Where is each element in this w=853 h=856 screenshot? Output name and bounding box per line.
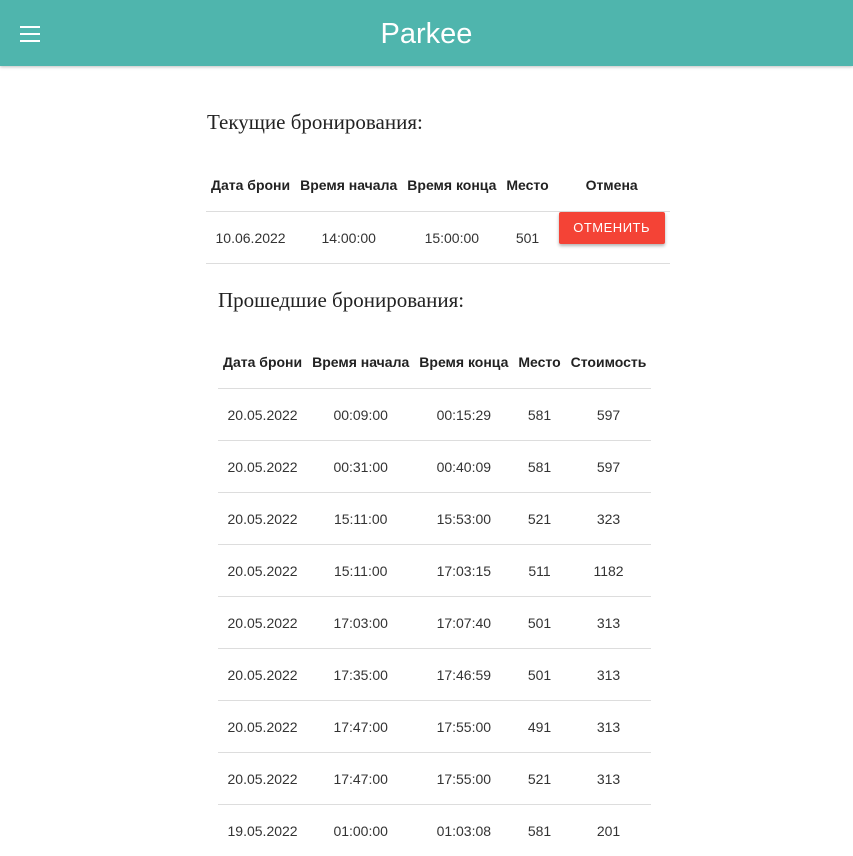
booking-start-time: 15:11:00 [307, 493, 414, 545]
booking-start-time: 17:47:00 [307, 701, 414, 753]
booking-cost: 313 [566, 649, 652, 701]
booking-end-time: 17:07:40 [414, 597, 513, 649]
booking-end-time: 00:40:09 [414, 441, 513, 493]
booking-cost: 313 [566, 701, 652, 753]
past-bookings-title: Прошедшие бронирования: [218, 288, 464, 313]
booking-date: 20.05.2022 [218, 753, 307, 805]
booking-end-time: 15:53:00 [414, 493, 513, 545]
booking-date: 20.05.2022 [218, 441, 307, 493]
column-header-date: Дата брони [206, 159, 295, 212]
booking-cost: 313 [566, 753, 652, 805]
booking-end-time: 17:55:00 [414, 701, 513, 753]
booking-start-time: 17:47:00 [307, 753, 414, 805]
booking-cancel-cell: ОТМЕНИТЬ [554, 212, 670, 264]
table-row: 20.05.2022 17:47:00 17:55:00 521 313 [218, 753, 651, 805]
booking-end-time: 17:03:15 [414, 545, 513, 597]
booking-end-time: 15:00:00 [402, 212, 501, 264]
booking-place: 511 [513, 545, 565, 597]
table-row: 20.05.2022 15:11:00 15:53:00 521 323 [218, 493, 651, 545]
cancel-booking-button[interactable]: ОТМЕНИТЬ [559, 212, 665, 244]
booking-place: 581 [513, 441, 565, 493]
booking-end-time: 01:03:08 [414, 805, 513, 856]
current-bookings-table: Дата брони Время начала Время конца Мест… [206, 159, 670, 264]
booking-cost: 313 [566, 597, 652, 649]
table-row: 20.05.2022 00:31:00 00:40:09 581 597 [218, 441, 651, 493]
booking-cost: 597 [566, 441, 652, 493]
booking-end-time: 00:15:29 [414, 389, 513, 441]
table-header-row: Дата брони Время начала Время конца Мест… [218, 336, 651, 389]
column-header-start: Время начала [307, 336, 414, 389]
booking-date: 19.05.2022 [218, 805, 307, 856]
booking-start-time: 17:35:00 [307, 649, 414, 701]
booking-date: 20.05.2022 [218, 701, 307, 753]
booking-start-time: 17:03:00 [307, 597, 414, 649]
booking-date: 20.05.2022 [218, 493, 307, 545]
column-header-cost: Стоимость [566, 336, 652, 389]
booking-date: 20.05.2022 [218, 649, 307, 701]
table-row: 19.05.2022 01:00:00 01:03:08 581 201 [218, 805, 651, 856]
booking-start-time: 00:31:00 [307, 441, 414, 493]
table-row: 20.05.2022 00:09:00 00:15:29 581 597 [218, 389, 651, 441]
app-bar: Parkee [0, 0, 853, 66]
booking-place: 501 [513, 597, 565, 649]
booking-date: 20.05.2022 [218, 389, 307, 441]
table-row: 20.05.2022 17:03:00 17:07:40 501 313 [218, 597, 651, 649]
column-header-place: Место [501, 159, 553, 212]
booking-cost: 1182 [566, 545, 652, 597]
table-row: 10.06.2022 14:00:00 15:00:00 501 ОТМЕНИТ… [206, 212, 670, 264]
booking-date: 20.05.2022 [218, 545, 307, 597]
booking-cost: 201 [566, 805, 652, 856]
booking-place: 521 [513, 753, 565, 805]
booking-start-time: 00:09:00 [307, 389, 414, 441]
column-header-cancel: Отмена [554, 159, 670, 212]
booking-cost: 323 [566, 493, 652, 545]
booking-place: 501 [513, 649, 565, 701]
column-header-end: Время конца [402, 159, 501, 212]
column-header-start: Время начала [295, 159, 402, 212]
column-header-place: Место [513, 336, 565, 389]
booking-start-time: 15:11:00 [307, 545, 414, 597]
current-bookings-title: Текущие бронирования: [207, 110, 423, 135]
table-row: 20.05.2022 15:11:00 17:03:15 511 1182 [218, 545, 651, 597]
booking-place: 521 [513, 493, 565, 545]
booking-date: 10.06.2022 [206, 212, 295, 264]
column-header-end: Время конца [414, 336, 513, 389]
booking-end-time: 17:55:00 [414, 753, 513, 805]
booking-place: 491 [513, 701, 565, 753]
column-header-date: Дата брони [218, 336, 307, 389]
past-bookings-table: Дата брони Время начала Время конца Мест… [218, 336, 651, 856]
booking-start-time: 01:00:00 [307, 805, 414, 856]
booking-cost: 597 [566, 389, 652, 441]
booking-place: 581 [513, 805, 565, 856]
booking-place: 581 [513, 389, 565, 441]
booking-place: 501 [501, 212, 553, 264]
booking-end-time: 17:46:59 [414, 649, 513, 701]
booking-date: 20.05.2022 [218, 597, 307, 649]
table-row: 20.05.2022 17:47:00 17:55:00 491 313 [218, 701, 651, 753]
app-title: Parkee [0, 14, 853, 54]
booking-start-time: 14:00:00 [295, 212, 402, 264]
table-header-row: Дата брони Время начала Время конца Мест… [206, 159, 670, 212]
table-row: 20.05.2022 17:35:00 17:46:59 501 313 [218, 649, 651, 701]
